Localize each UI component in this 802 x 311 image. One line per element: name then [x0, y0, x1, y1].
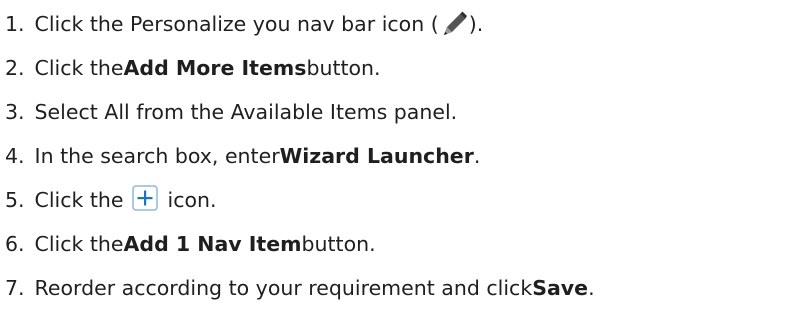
step-number: 2 — [4, 56, 18, 80]
step-text-before: Reorder according to your requirement an… — [34, 276, 533, 300]
step-text-before: In the search box, enter — [34, 144, 280, 168]
step-text-after: button. — [306, 56, 381, 80]
step-number: 5 — [4, 188, 18, 212]
step-text-after: button. — [301, 232, 376, 256]
step-number: 7 — [4, 276, 18, 300]
step-7: 7. Reorder according to your requirement … — [0, 266, 595, 310]
step-text-before: Click the Personalize you nav bar icon ( — [34, 12, 439, 36]
step-number: 6 — [4, 232, 18, 256]
step-text-before: Click the — [34, 56, 124, 80]
step-text-after: ). — [468, 12, 484, 36]
pencil-icon — [443, 11, 467, 35]
step-text: Select All from the Available Items pane… — [34, 100, 458, 124]
step-2: 2. Click the Add More Items button. — [0, 46, 381, 90]
step-bold-term: Add More Items — [123, 56, 307, 80]
step-bold-term: Add 1 Nav Item — [123, 232, 302, 256]
step-text-after: . — [473, 144, 481, 168]
step-5: 5. Click the icon. — [0, 178, 217, 222]
step-text-before: Click the — [34, 188, 124, 212]
step-text-after: . — [588, 276, 595, 300]
step-bold-term: Wizard Launcher — [279, 144, 474, 168]
step-4: 4. In the search box, enter Wizard Launch… — [0, 134, 480, 178]
step-6: 6. Click the Add 1 Nav Item button. — [0, 222, 376, 266]
step-3: 3. Select All from the Available Items pa… — [0, 90, 457, 134]
step-number: 3 — [4, 100, 18, 124]
step-text-before: Click the — [34, 232, 124, 256]
plus-icon — [131, 185, 158, 211]
step-text-after: icon. — [167, 188, 217, 212]
step-number: 1 — [4, 12, 18, 36]
instruction-steps-list: 1. Click the Personalize you nav bar icon… — [0, 0, 802, 311]
step-bold-term: Save — [532, 276, 589, 300]
step-number: 4 — [4, 144, 18, 168]
step-1: 1. Click the Personalize you nav bar icon… — [0, 2, 483, 46]
